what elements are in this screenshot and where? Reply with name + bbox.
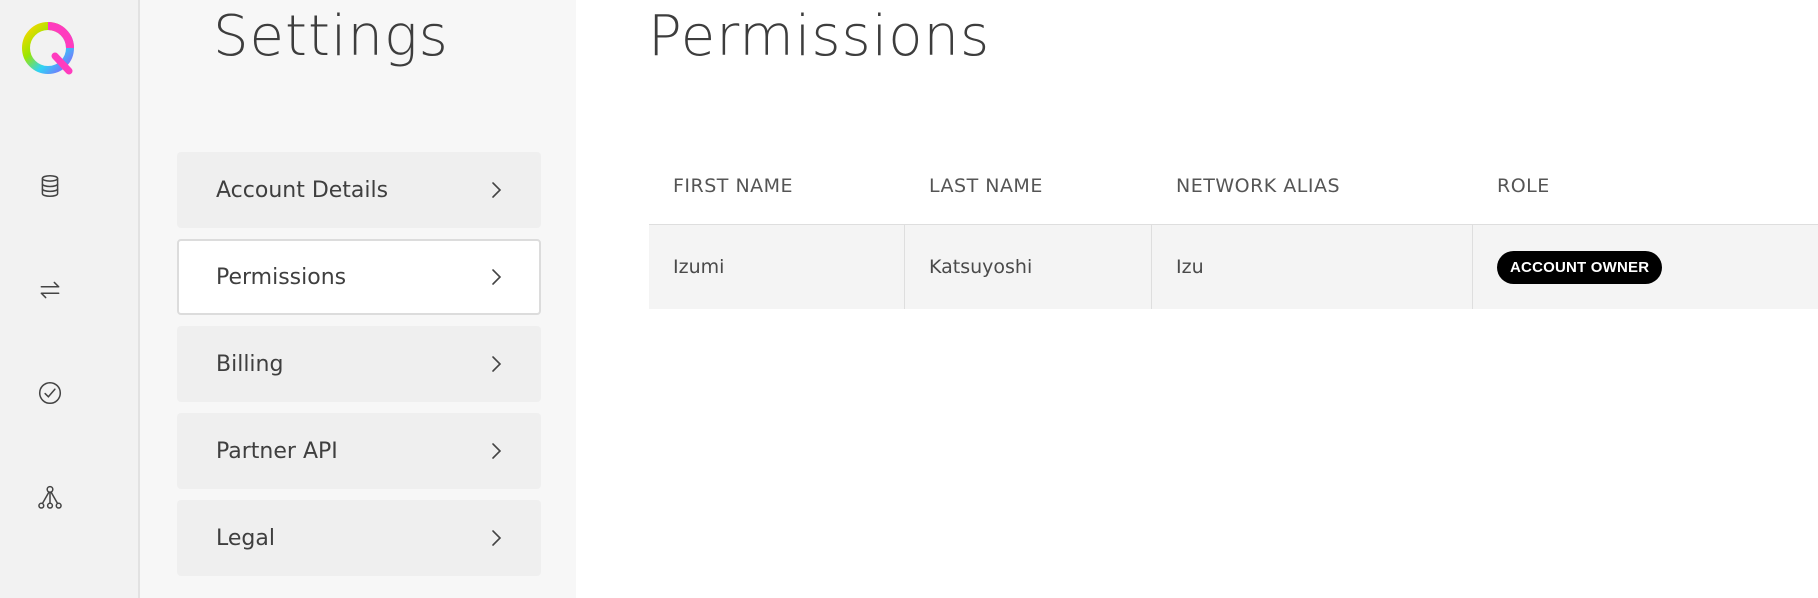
menu-item-label: Permissions: [216, 264, 347, 290]
transfer-arrows-icon[interactable]: [36, 276, 64, 304]
chevron-right-icon: [489, 528, 503, 548]
chevron-right-icon: [489, 180, 503, 200]
database-icon[interactable]: [36, 172, 64, 200]
settings-menu: Account Details Permissions Billing Part…: [177, 152, 541, 587]
menu-item-partner-api[interactable]: Partner API: [177, 413, 541, 489]
menu-item-billing[interactable]: Billing: [177, 326, 541, 402]
left-rail: [0, 0, 140, 598]
menu-item-label: Account Details: [216, 177, 389, 203]
cell-first-name: Izumi: [649, 225, 905, 309]
menu-item-label: Partner API: [216, 438, 338, 464]
check-circle-icon[interactable]: [36, 379, 64, 407]
main-content: Permissions FIRST NAME LAST NAME NETWORK…: [576, 0, 1818, 598]
app-logo[interactable]: [19, 19, 81, 81]
cell-network-alias: Izu: [1152, 225, 1473, 309]
table-row[interactable]: Izumi Katsuyoshi Izu ACCOUNT OWNER: [649, 225, 1818, 309]
column-header-network-alias: NETWORK ALIAS: [1176, 175, 1341, 197]
column-header-last-name: LAST NAME: [929, 175, 1043, 197]
menu-item-label: Legal: [216, 525, 275, 551]
settings-panel: Settings Account Details Permissions Bil…: [140, 0, 576, 598]
page-title: Permissions: [648, 4, 991, 69]
permissions-table: FIRST NAME LAST NAME NETWORK ALIAS ROLE …: [649, 148, 1818, 309]
menu-item-legal[interactable]: Legal: [177, 500, 541, 576]
menu-item-label: Billing: [216, 351, 284, 377]
column-header-role: ROLE: [1497, 175, 1550, 197]
app-root: Settings Account Details Permissions Bil…: [0, 0, 1818, 598]
role-badge: ACCOUNT OWNER: [1497, 250, 1663, 284]
menu-item-account-details[interactable]: Account Details: [177, 152, 541, 228]
settings-title: Settings: [213, 4, 449, 69]
chevron-right-icon: [489, 354, 503, 374]
column-header-first-name: FIRST NAME: [673, 175, 794, 197]
network-icon[interactable]: [36, 483, 64, 511]
table-header-row: FIRST NAME LAST NAME NETWORK ALIAS ROLE: [649, 148, 1818, 225]
chevron-right-icon: [489, 267, 503, 287]
cell-last-name: Katsuyoshi: [905, 225, 1152, 309]
chevron-right-icon: [489, 441, 503, 461]
cell-role: ACCOUNT OWNER: [1473, 225, 1818, 309]
menu-item-permissions[interactable]: Permissions: [177, 239, 541, 315]
